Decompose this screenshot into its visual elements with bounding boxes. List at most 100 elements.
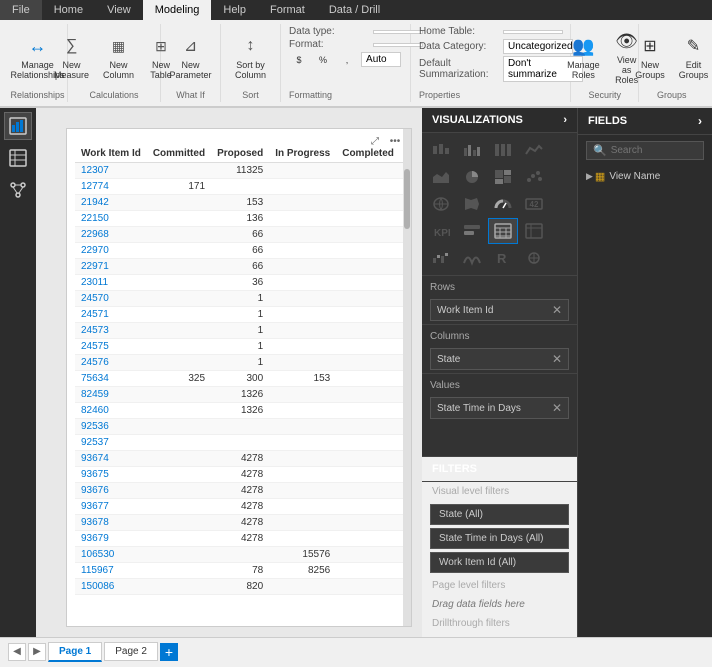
rows-field-remove-icon[interactable]: ✕ (552, 303, 562, 317)
viz-treemap-icon[interactable] (488, 164, 518, 190)
view-name-label: View Name (609, 171, 660, 182)
ribbon-tab-bar: File Home View Modeling Help Format Data… (0, 0, 712, 20)
fields-chevron-icon[interactable]: › (698, 114, 702, 128)
viz-icons-grid: 42 KPI R (422, 133, 577, 275)
viz-scatter-icon[interactable] (519, 164, 549, 190)
home-table-dropdown[interactable] (503, 30, 563, 34)
col-proposed: Proposed (211, 145, 269, 163)
canvas-area[interactable]: ⤢ ••• Work Item Id Committed Proposed In… (36, 108, 422, 637)
table-cell-8-1 (147, 291, 211, 307)
tab-view[interactable]: View (95, 0, 143, 20)
new-groups-button[interactable]: ⊞ NewGroups (630, 31, 670, 83)
table-cell-7-4 (336, 275, 400, 291)
sort-by-column-button[interactable]: ↕ Sort byColumn (230, 31, 271, 83)
page-tab-next-icon[interactable]: ▶ (28, 643, 46, 661)
fields-tree-item-view-name[interactable]: ▶ ▦ View Name (578, 166, 712, 187)
viz-chevron-icon[interactable]: › (563, 114, 567, 126)
viz-line-icon[interactable] (519, 137, 549, 163)
columns-field-pill[interactable]: State ✕ (430, 348, 569, 370)
viz-kpi-icon[interactable]: KPI (426, 218, 456, 244)
fields-search-icon: 🔍 (593, 144, 607, 157)
viz-stacked-bar-icon[interactable] (426, 137, 456, 163)
viz-clustered-bar-icon[interactable] (457, 137, 487, 163)
page-tab-1[interactable]: Page 1 (48, 642, 102, 662)
expand-icon: ▶ (586, 171, 593, 182)
svg-text:R: R (497, 251, 507, 266)
fields-search-input[interactable] (611, 145, 697, 156)
data-view-icon[interactable] (4, 144, 32, 172)
viz-filled-map-icon[interactable] (457, 191, 487, 217)
percent-button[interactable]: % (313, 53, 333, 67)
values-field-pill[interactable]: State Time in Days ✕ (430, 397, 569, 419)
tab-home[interactable]: Home (42, 0, 95, 20)
viz-table-icon[interactable] (488, 218, 518, 244)
table-cell-17-2 (211, 435, 269, 451)
model-view-icon[interactable] (4, 176, 32, 204)
viz-ribbon-icon[interactable] (457, 245, 487, 271)
comma-button[interactable]: , (337, 53, 357, 67)
table-cell-18-0: 93674 (75, 451, 147, 467)
rows-field-pill[interactable]: Work Item Id ✕ (430, 299, 569, 321)
fields-search-box[interactable]: 🔍 (586, 141, 704, 160)
tab-data-drill[interactable]: Data / Drill (317, 0, 392, 20)
table-cell-26-1 (147, 579, 211, 595)
new-measure-label: NewMeasure (54, 60, 89, 80)
viz-pie-icon[interactable] (457, 164, 487, 190)
viz-gauge-icon[interactable] (488, 191, 518, 217)
viz-custom1-icon[interactable] (519, 245, 549, 271)
currency-button[interactable]: $ (289, 53, 309, 67)
viz-matrix-icon[interactable] (519, 218, 549, 244)
auto-dropdown[interactable]: Auto (361, 52, 401, 67)
page-tab-prev-icon[interactable]: ◀ (8, 643, 26, 661)
table-row: 245751 (75, 339, 403, 355)
table-cell-14-4 (336, 387, 400, 403)
table-cell-14-1 (147, 387, 211, 403)
visualizations-title: VISUALIZATIONS (432, 114, 523, 126)
new-column-button[interactable]: ▦ NewColumn (98, 31, 139, 83)
table-row: 936764278802011 (75, 483, 403, 499)
table-cell-9-2: 1 (211, 307, 269, 323)
group-properties-label: Properties (419, 88, 460, 100)
manage-roles-button[interactable]: 👥 ManageRoles (563, 31, 603, 83)
table-cell-23-1 (147, 531, 211, 547)
table-cell-2-0: 21942 (75, 195, 147, 211)
table-cell-19-2: 4278 (211, 467, 269, 483)
tab-format[interactable]: Format (258, 0, 317, 20)
filter-state-pill[interactable]: State (All) (430, 504, 569, 525)
new-measure-button[interactable]: ∑ NewMeasure (49, 31, 94, 83)
table-cell-16-1 (147, 419, 211, 435)
group-groups-label: Groups (657, 88, 687, 100)
table-scrollbar[interactable] (403, 129, 411, 626)
new-parameter-button[interactable]: ⊿ NewParameter (165, 31, 217, 83)
edit-groups-button[interactable]: ✎ EditGroups (674, 31, 712, 83)
table-cell-21-2: 4278 (211, 499, 269, 515)
table-cell-0-3 (269, 163, 336, 179)
columns-field-remove-icon[interactable]: ✕ (552, 352, 562, 366)
drillthrough-filters-label: Drillthrough filters (422, 614, 577, 633)
viz-r-icon[interactable]: R (488, 245, 518, 271)
viz-waterfall-icon[interactable] (426, 245, 456, 271)
page-tab-2[interactable]: Page 2 (104, 642, 158, 661)
viz-100-bar-icon[interactable] (488, 137, 518, 163)
scrollbar-thumb[interactable] (404, 169, 410, 229)
table-cell-25-1 (147, 563, 211, 579)
table-cell-22-2: 4278 (211, 515, 269, 531)
table-cell-21-4 (336, 499, 400, 515)
tab-modeling[interactable]: Modeling (143, 0, 212, 20)
filter-state-time-pill[interactable]: State Time in Days (All) (430, 528, 569, 549)
filter-work-item-id-pill[interactable]: Work Item Id (All) (430, 552, 569, 573)
tab-file[interactable]: File (0, 0, 42, 20)
table-cell-17-4 (336, 435, 400, 451)
table-cell-13-0: 75634 (75, 371, 147, 387)
table-cell-5-0: 22970 (75, 243, 147, 259)
viz-card-icon[interactable]: 42 (519, 191, 549, 217)
report-view-icon[interactable] (4, 112, 32, 140)
viz-map-icon[interactable] (426, 191, 456, 217)
viz-area-icon[interactable] (426, 164, 456, 190)
filters-header: FILTERS (422, 457, 577, 482)
add-page-button[interactable]: + (160, 643, 178, 661)
viz-slicer-icon[interactable] (457, 218, 487, 244)
table-cell-1-2 (211, 179, 269, 195)
values-field-remove-icon[interactable]: ✕ (552, 401, 562, 415)
tab-help[interactable]: Help (211, 0, 258, 20)
